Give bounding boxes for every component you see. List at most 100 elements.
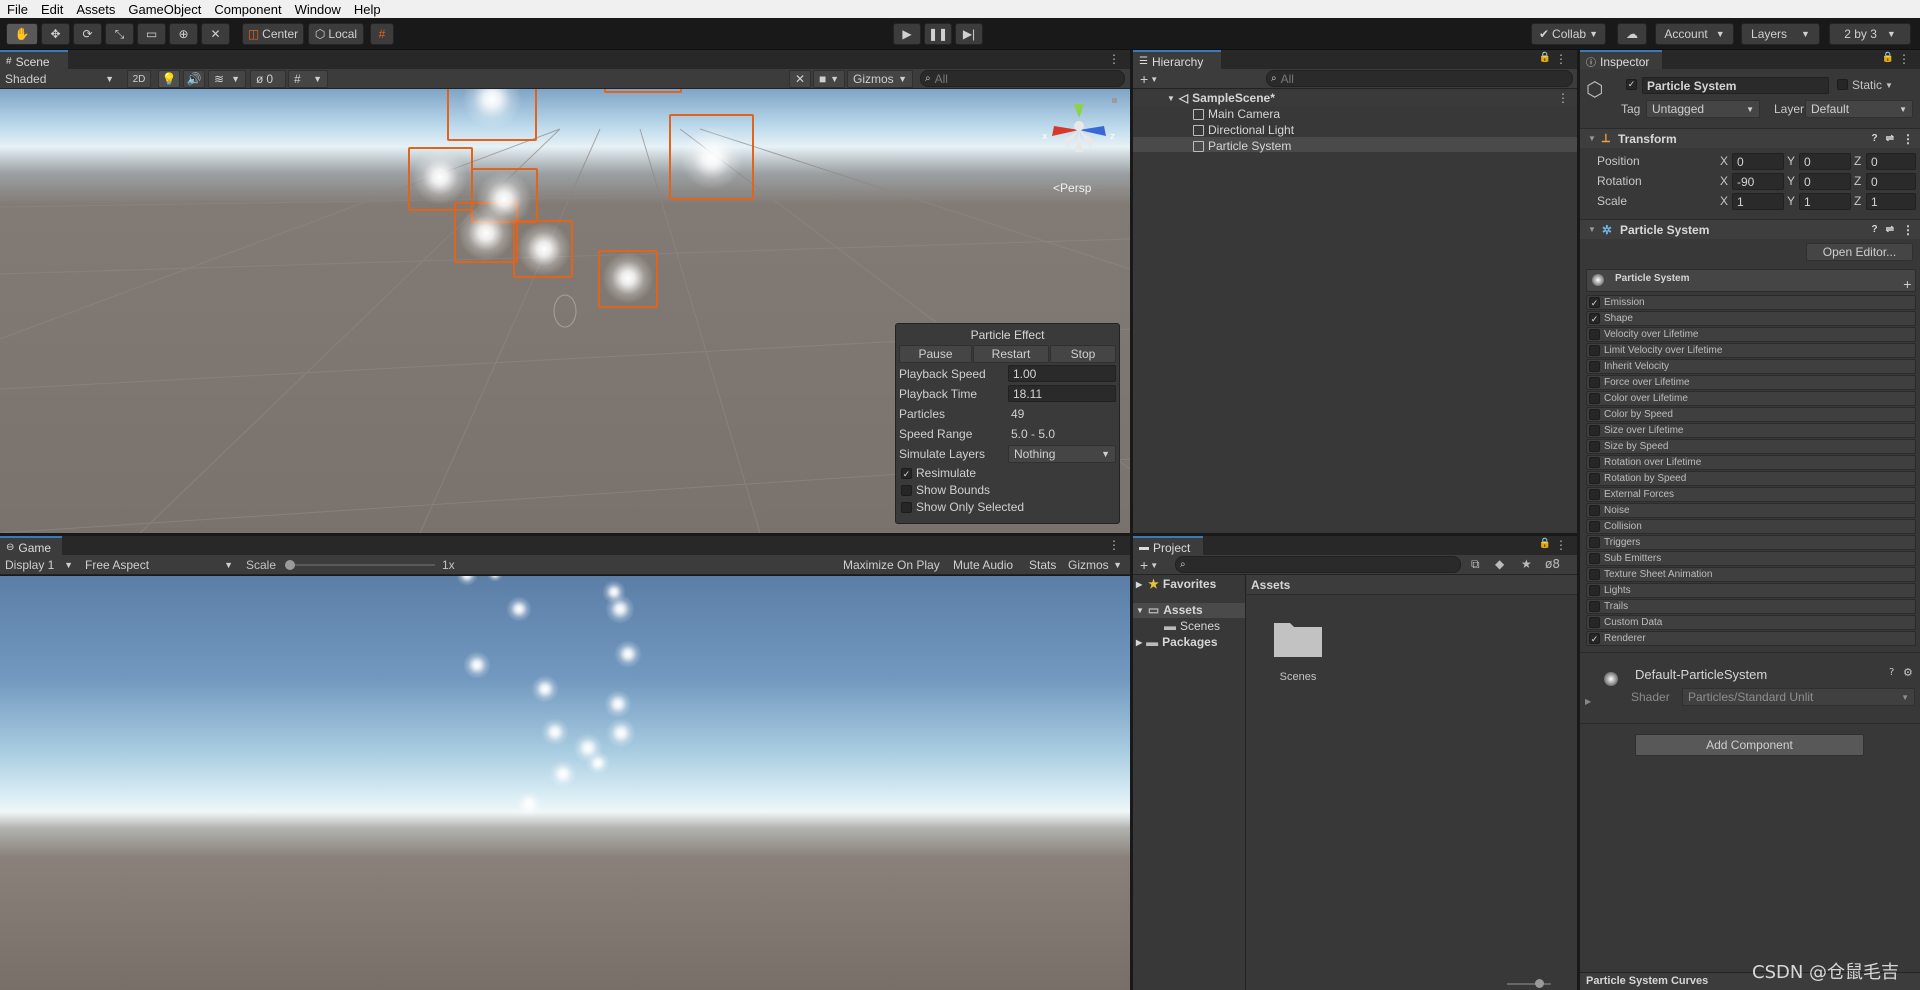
menu-file[interactable]: File bbox=[0, 2, 34, 17]
create-asset-dropdown[interactable]: + ▼ bbox=[1135, 556, 1163, 574]
filter-type-icon[interactable]: ⧉ bbox=[1471, 557, 1480, 572]
more-options-icon[interactable]: ⋮ bbox=[1902, 223, 1914, 237]
hand-tool-button[interactable]: ✋ bbox=[6, 23, 38, 45]
aspect-dropdown[interactable]: Free Aspect ▼ bbox=[80, 556, 238, 574]
position-z-field[interactable]: 0 bbox=[1866, 153, 1916, 170]
module-checkbox[interactable]: ✓ bbox=[1589, 297, 1600, 308]
hidden-packages-toggle[interactable]: ø8 bbox=[1545, 557, 1560, 571]
tab-scene[interactable]: # Scene bbox=[0, 50, 68, 71]
snap-grid-button[interactable]: # bbox=[370, 23, 394, 45]
effects-dropdown[interactable]: ≋ ▼ bbox=[208, 70, 246, 88]
module-checkbox[interactable] bbox=[1589, 361, 1600, 372]
audio-toggle[interactable]: 🔊 bbox=[183, 70, 205, 88]
assets-node[interactable]: ▼ ▭ Assets bbox=[1136, 603, 1203, 617]
hierarchy-item[interactable]: Directional Light bbox=[1193, 123, 1294, 137]
more-options-icon[interactable]: ⋮ bbox=[1902, 132, 1914, 146]
module-checkbox[interactable] bbox=[1589, 425, 1600, 436]
module-row[interactable]: Sub Emitters bbox=[1586, 551, 1916, 566]
layout-dropdown[interactable]: 2 by 3 ▼ bbox=[1829, 23, 1911, 45]
open-editor-button[interactable]: Open Editor... bbox=[1806, 243, 1913, 261]
scenes-node[interactable]: ▬ Scenes bbox=[1164, 619, 1220, 633]
position-x-field[interactable]: 0 bbox=[1732, 153, 1784, 170]
scale-z-field[interactable]: 1 bbox=[1866, 193, 1916, 210]
layer-dropdown[interactable]: Default ▼ bbox=[1805, 100, 1913, 118]
module-row[interactable]: Limit Velocity over Lifetime bbox=[1586, 343, 1916, 358]
play-button[interactable]: ▶ bbox=[893, 23, 921, 45]
static-checkbox[interactable] bbox=[1837, 79, 1848, 90]
menu-help[interactable]: Help bbox=[347, 2, 387, 17]
resimulate-row[interactable]: ✓ Resimulate bbox=[899, 466, 976, 480]
scale-tool-button[interactable]: ⤡ bbox=[105, 23, 134, 45]
menu-window[interactable]: Window bbox=[288, 2, 347, 17]
more-options-icon[interactable]: ⋮ bbox=[1108, 52, 1120, 66]
game-gizmos-dropdown[interactable]: Gizmos ▼ bbox=[1063, 556, 1127, 574]
module-row[interactable]: Trails bbox=[1586, 599, 1916, 614]
scene-search-input[interactable]: ⌕ All bbox=[920, 70, 1125, 87]
mute-audio-toggle[interactable]: Mute Audio bbox=[948, 556, 1022, 574]
help-icon[interactable]: ? bbox=[1889, 667, 1894, 678]
icon-size-slider[interactable] bbox=[1507, 983, 1551, 985]
module-row[interactable]: ✓ Shape bbox=[1586, 311, 1916, 326]
scale-slider-track[interactable] bbox=[289, 564, 435, 566]
module-checkbox[interactable] bbox=[1589, 329, 1600, 340]
help-icon[interactable]: ? bbox=[1872, 133, 1878, 144]
show-only-selected-row[interactable]: Show Only Selected bbox=[899, 500, 1024, 514]
help-icon[interactable]: ? bbox=[1872, 224, 1878, 235]
move-tool-button[interactable]: ✥ bbox=[41, 23, 70, 45]
module-checkbox[interactable] bbox=[1589, 473, 1600, 484]
orientation-gizmo[interactable]: x z bbox=[1040, 96, 1118, 158]
show-only-selected-checkbox[interactable] bbox=[901, 501, 912, 513]
2d-toggle[interactable]: 2D bbox=[127, 70, 151, 88]
lock-icon[interactable]: 🔒 bbox=[1882, 52, 1894, 63]
position-y-field[interactable]: 0 bbox=[1799, 153, 1851, 170]
module-checkbox[interactable]: ✓ bbox=[1589, 313, 1600, 324]
pause-effect-button[interactable]: Pause bbox=[899, 345, 972, 363]
module-row[interactable]: Rotation over Lifetime bbox=[1586, 455, 1916, 470]
module-checkbox[interactable] bbox=[1589, 617, 1600, 628]
account-dropdown[interactable]: Account ▼ bbox=[1655, 23, 1734, 45]
restart-effect-button[interactable]: Restart bbox=[973, 345, 1049, 363]
module-checkbox[interactable]: ✓ bbox=[1589, 633, 1600, 644]
module-checkbox[interactable] bbox=[1589, 457, 1600, 468]
module-row[interactable]: Force over Lifetime bbox=[1586, 375, 1916, 390]
main-module-header[interactable]: Particle System + bbox=[1586, 269, 1916, 292]
tab-project[interactable]: ▬ Project bbox=[1133, 536, 1203, 557]
gizmos-dropdown[interactable]: Gizmos ▼ bbox=[847, 70, 913, 88]
add-component-button[interactable]: Add Component bbox=[1635, 734, 1864, 756]
preset-icon[interactable]: ⇌ bbox=[1886, 133, 1894, 144]
more-options-icon[interactable]: ⋮ bbox=[1557, 91, 1569, 105]
static-dropdown[interactable]: Static ▼ bbox=[1852, 78, 1893, 92]
object-name-field[interactable]: Particle System bbox=[1642, 77, 1829, 94]
create-dropdown[interactable]: + ▼ bbox=[1135, 70, 1163, 88]
hierarchy-search-input[interactable]: ⌕ All bbox=[1266, 70, 1573, 87]
module-row[interactable]: ✓ Emission bbox=[1586, 295, 1916, 310]
module-row[interactable]: Velocity over Lifetime bbox=[1586, 327, 1916, 342]
transform-tool-button[interactable]: ⊕ bbox=[169, 23, 198, 45]
more-options-icon[interactable]: ⋮ bbox=[1555, 52, 1567, 66]
breadcrumb-assets[interactable]: Assets bbox=[1251, 578, 1290, 592]
module-checkbox[interactable] bbox=[1589, 441, 1600, 452]
module-row[interactable]: Rotation by Speed bbox=[1586, 471, 1916, 486]
rect-tool-button[interactable]: ▭ bbox=[137, 23, 166, 45]
stop-effect-button[interactable]: Stop bbox=[1050, 345, 1116, 363]
pause-button[interactable]: ❚❚ bbox=[924, 23, 952, 45]
pivot-local-button[interactable]: ⬡ Local bbox=[308, 23, 364, 45]
module-checkbox[interactable] bbox=[1589, 537, 1600, 548]
tab-game[interactable]: ⊖ Game bbox=[0, 536, 62, 557]
filter-label-icon[interactable]: ◆ bbox=[1495, 557, 1504, 571]
camera-dropdown[interactable]: ■ ▼ bbox=[813, 70, 845, 88]
module-checkbox[interactable] bbox=[1589, 489, 1600, 500]
project-search-input[interactable]: ⌕ bbox=[1175, 556, 1461, 573]
module-row[interactable]: External Forces bbox=[1586, 487, 1916, 502]
scene-tools-button[interactable]: ✕ bbox=[789, 70, 811, 88]
icon-size-handle[interactable] bbox=[1535, 979, 1544, 988]
menu-component[interactable]: Component bbox=[207, 2, 287, 17]
module-row[interactable]: Size by Speed bbox=[1586, 439, 1916, 454]
rotation-y-field[interactable]: 0 bbox=[1799, 173, 1851, 190]
transform-header[interactable]: ▼ ⟂ Transform ? ⇌ ⋮ bbox=[1580, 128, 1920, 148]
active-checkbox[interactable]: ✓ bbox=[1626, 79, 1637, 90]
step-button[interactable]: ▶| bbox=[955, 23, 983, 45]
cloud-button[interactable]: ☁ bbox=[1617, 23, 1647, 45]
hidden-objects-toggle[interactable]: ø0 bbox=[250, 70, 286, 88]
tab-inspector[interactable]: ⓘ Inspector bbox=[1580, 50, 1662, 71]
